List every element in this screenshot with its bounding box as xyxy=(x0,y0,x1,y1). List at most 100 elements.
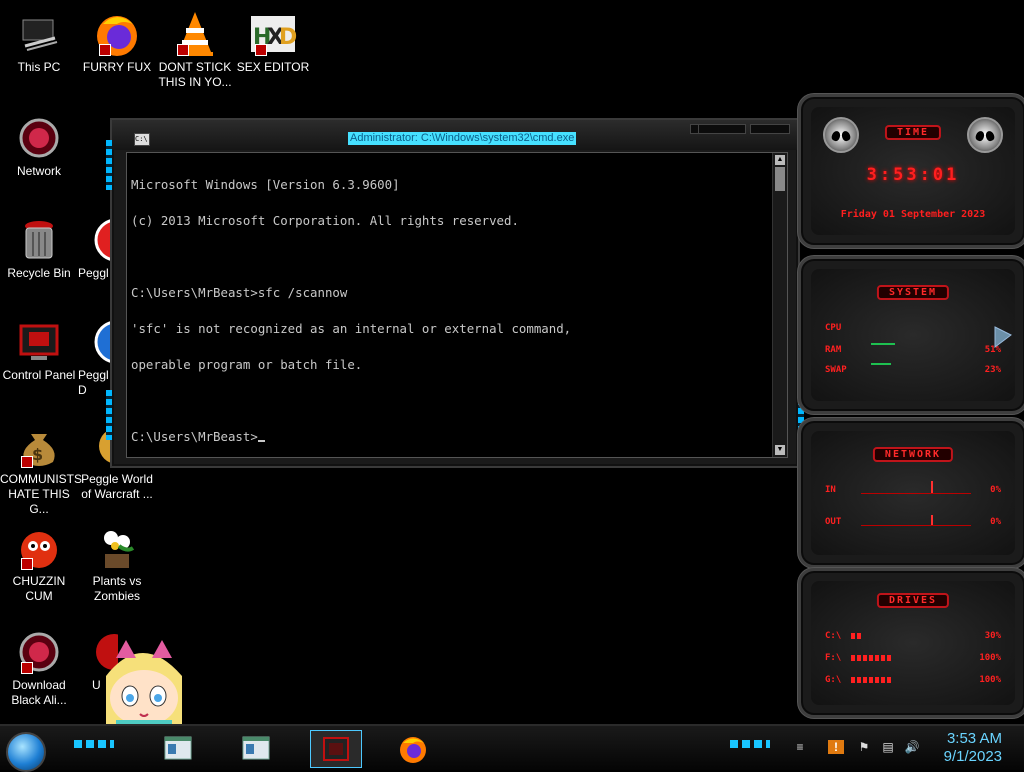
system-gadget[interactable]: SYSTEM CPU RAM 51% SWAP 23% xyxy=(798,256,1024,414)
scroll-down-arrow-icon[interactable]: ▼ xyxy=(775,445,785,455)
row-value: 0% xyxy=(990,517,1001,527)
console-prompt-line[interactable]: C:\Users\MrBeast> xyxy=(131,429,571,444)
vlc-cone-icon xyxy=(171,10,219,58)
desktop-icon-chuzzin[interactable]: CHUZZIN CUM xyxy=(0,518,78,604)
desktop-icon-communists[interactable]: $ COMMUNISTS HATE THIS G... xyxy=(0,416,82,517)
row-label: SWAP xyxy=(825,365,847,375)
desktop-icon-label: This PC xyxy=(17,60,61,74)
drive-usage-bar xyxy=(851,677,891,683)
console-line: 'sfc' is not recognized as an internal o… xyxy=(131,321,572,336)
row-label: RAM xyxy=(825,345,842,355)
gadget-clock: 3:53:01 xyxy=(866,165,960,185)
drive-usage-bar xyxy=(851,633,863,639)
time-gadget[interactable]: TIME 3:53:01 Friday 01 September 2023 xyxy=(798,94,1024,248)
ram-level-bar xyxy=(871,343,895,345)
desktop-icon-sex-editor[interactable]: HXD SEX EDITOR xyxy=(234,4,312,75)
show-hidden-icons-icon[interactable]: ≡ xyxy=(792,740,808,754)
taskbar-glow-decoration xyxy=(74,740,114,748)
taskbar-date: 9/1/2023 xyxy=(943,748,1002,765)
console-prompt: C:\Users\MrBeast> xyxy=(131,429,258,444)
gadget-header: NETWORK xyxy=(872,447,954,462)
desktop-icon-this-pc[interactable]: This PC xyxy=(0,4,78,75)
cpu-row: CPU xyxy=(825,323,1001,333)
row-value: 100% xyxy=(979,675,1001,685)
shortcut-arrow-icon xyxy=(99,44,111,56)
desktop-icon-peggle-deluxe[interactable]: Peggl D xyxy=(78,312,112,398)
shortcut-arrow-icon xyxy=(21,558,33,570)
gadget-header: SYSTEM xyxy=(876,285,950,300)
control-panel-icon xyxy=(15,318,63,366)
network-in-spike xyxy=(931,481,933,493)
svg-text:$: $ xyxy=(32,445,43,464)
network-gadget[interactable]: NETWORK IN 0% OUT 0% xyxy=(798,418,1024,568)
gadget-flag-icon xyxy=(993,325,1013,349)
scroll-up-arrow-icon[interactable]: ▲ xyxy=(775,155,785,165)
action-center-flag-icon[interactable]: ⚑ xyxy=(856,740,872,754)
gadget-date: Friday 01 September 2023 xyxy=(840,209,986,220)
drive-usage-bar xyxy=(851,655,891,661)
gadget-header: DRIVES xyxy=(876,593,950,608)
volume-icon[interactable]: 🔊 xyxy=(904,740,920,754)
network-out-spike xyxy=(931,515,933,525)
peggle-icon xyxy=(92,216,112,264)
row-value: 23% xyxy=(984,365,1001,375)
money-bag-icon: $ xyxy=(15,422,63,470)
shortcut-arrow-icon xyxy=(177,44,189,56)
ram-row: RAM 51% xyxy=(825,345,1001,355)
hxd-icon: HXD xyxy=(249,10,297,58)
desktop-icon-label: CHUZZIN CUM xyxy=(12,574,66,603)
shortcut-arrow-icon xyxy=(21,662,33,674)
taskbar-button-app2[interactable] xyxy=(232,730,282,766)
desktop-icon-pvz[interactable]: Plants vs Zombies xyxy=(78,518,156,604)
desktop-icon-network[interactable]: Network xyxy=(0,108,78,179)
swap-level-bar xyxy=(871,363,891,365)
desktop-icon-label: DONT STICK THIS IN YO... xyxy=(158,60,232,89)
alien-orb-icon xyxy=(15,628,63,676)
cmd-titlebar[interactable]: C:\ Administrator: C:\Windows\system32\c… xyxy=(112,120,798,150)
gadget-header: TIME xyxy=(884,125,942,140)
firefox-icon xyxy=(398,734,428,764)
desktop-icon-dont-stick[interactable]: DONT STICK THIS IN YO... xyxy=(156,4,234,90)
peggle-icon xyxy=(92,318,112,366)
taskbar-button-cmd[interactable] xyxy=(310,730,362,768)
desktop-icon-label: SEX EDITOR xyxy=(236,60,310,74)
drives-gadget[interactable]: DRIVES C:\ 30% F:\ 100% G:\ 100% xyxy=(798,568,1024,718)
vertical-scrollbar[interactable]: ▲ ▼ xyxy=(772,153,787,457)
close-button[interactable] xyxy=(750,124,790,134)
desktop-icon-label: Peggle World of Warcraft ... xyxy=(81,472,153,501)
shortcut-arrow-icon xyxy=(255,44,267,56)
flower-pot-icon xyxy=(93,524,141,572)
taskbar: ≡ ! ⚑ ▤ 🔊 3:53 AM 9/1/2023 xyxy=(0,724,1024,772)
network-status-icon[interactable]: ▤ xyxy=(880,740,896,754)
console-line: C:\Users\MrBeast>sfc /scannow xyxy=(131,285,348,300)
row-label: F:\ xyxy=(825,653,842,663)
console-line: operable program or batch file. xyxy=(131,357,363,372)
cmd-window[interactable]: C:\ Administrator: C:\Windows\system32\c… xyxy=(106,118,804,468)
network-out-graph xyxy=(861,525,971,526)
desktop-icon-label: Control Panel xyxy=(2,368,76,382)
update-notification-icon[interactable]: ! xyxy=(828,740,844,754)
desktop-icon-download-alienware[interactable]: Download Black Ali... xyxy=(0,622,78,708)
swap-row: SWAP 23% xyxy=(825,365,1001,375)
row-label: OUT xyxy=(825,517,842,527)
console-area[interactable]: Microsoft Windows [Version 6.3.9600] (c)… xyxy=(126,152,788,458)
desktop-icon-furry-fux[interactable]: FURRY FUX xyxy=(78,4,156,75)
frame-glow-decoration xyxy=(106,390,112,440)
start-button[interactable] xyxy=(6,732,46,772)
cmd-app-icon: C:\ xyxy=(134,133,150,146)
taskbar-button-app1[interactable] xyxy=(154,730,204,766)
recycle-bin-icon xyxy=(15,216,63,264)
row-label: C:\ xyxy=(825,631,842,641)
alien-head-icon xyxy=(823,117,859,153)
text-cursor xyxy=(257,440,265,442)
maximize-button[interactable] xyxy=(698,124,746,134)
desktop-icon-control-panel[interactable]: Control Panel xyxy=(0,312,78,383)
row-value: 100% xyxy=(979,653,1001,663)
this-pc-icon xyxy=(15,10,63,58)
desktop-icon-recycle-bin[interactable]: Recycle Bin xyxy=(0,210,78,281)
alien-orb-icon xyxy=(15,114,63,162)
scroll-thumb[interactable] xyxy=(775,167,785,191)
desktop-icon-peggle[interactable]: Peggl xyxy=(78,210,112,281)
taskbar-button-firefox[interactable] xyxy=(388,730,438,766)
